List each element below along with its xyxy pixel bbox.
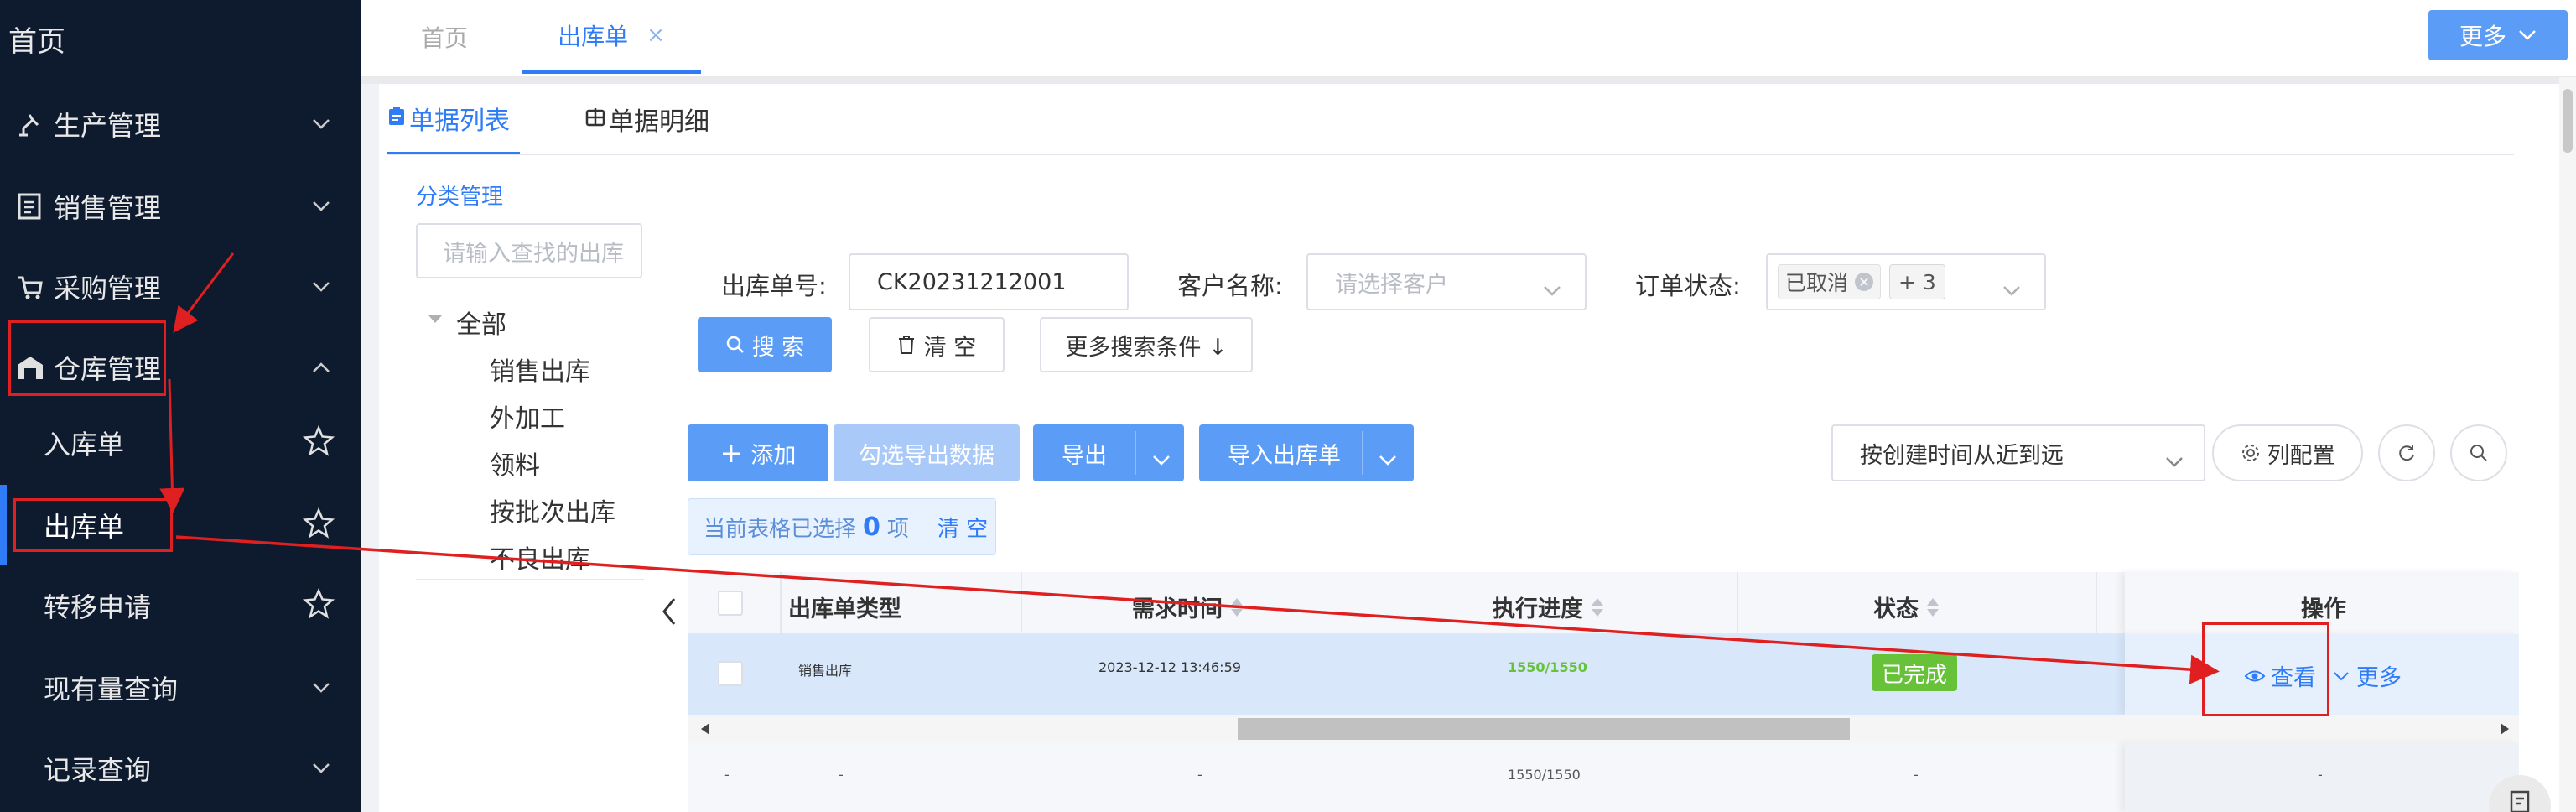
arrow-to-warehouse — [173, 252, 235, 333]
annotation-arrows — [159, 252, 2220, 684]
arrow-to-outbound — [159, 378, 185, 513]
arrow-to-view — [175, 535, 2220, 684]
